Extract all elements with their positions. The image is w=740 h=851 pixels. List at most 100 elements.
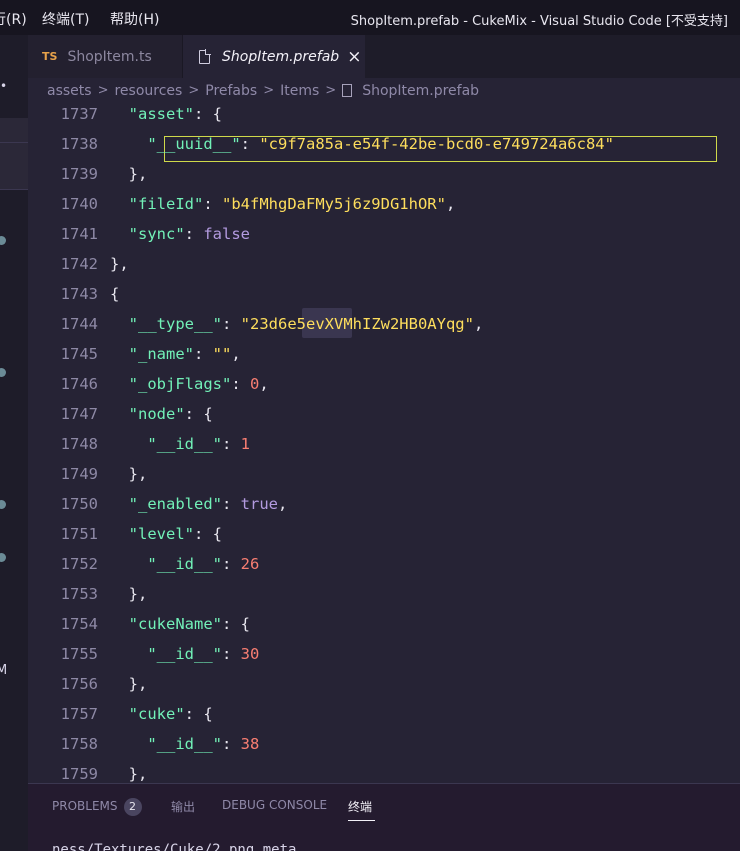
tab-label: ShopItem.ts [67, 48, 152, 65]
code-text: "_objFlags": 0, [110, 369, 269, 399]
code-line[interactable]: 1753 }, [28, 579, 740, 609]
code-token: , [445, 195, 456, 213]
line-number: 1757 [60, 705, 98, 723]
breadcrumb-item[interactable]: Items [280, 83, 319, 99]
code-line[interactable]: 1756 }, [28, 669, 740, 699]
menu-help[interactable]: 帮助(H) [110, 9, 159, 29]
code-token: "_name" [128, 345, 194, 363]
code-token: : [221, 645, 241, 663]
code-line[interactable]: 1754 "cukeName": { [28, 609, 740, 639]
line-number: 1748 [60, 435, 98, 453]
code-line[interactable]: 1738 "__uuid__": "c9f7a85a-e54f-42be-bcd… [28, 129, 740, 159]
code-token: "23d6e5evXVMhIZw2HB0AYqg" [240, 315, 474, 333]
code-token: "__type__" [128, 315, 222, 333]
menu-run[interactable]: 行(R) [0, 9, 27, 29]
tab-output[interactable]: 输出 [171, 798, 195, 815]
code-token: "asset" [128, 105, 194, 123]
code-line[interactable]: 1758 "__id__": 38 [28, 729, 740, 759]
code-token: true [240, 495, 278, 513]
code-line[interactable]: 1737 "asset": { [28, 103, 740, 129]
tab-shopitem-ts[interactable]: TS ShopItem.ts [28, 35, 183, 78]
code-token: }, [128, 465, 148, 483]
tab-terminal[interactable]: 终端 [348, 798, 372, 815]
line-number: 1749 [60, 465, 98, 483]
breadcrumb-item[interactable]: Prefabs [205, 83, 257, 99]
code-token: , [259, 375, 269, 393]
code-line[interactable]: 1749 }, [28, 459, 740, 489]
code-line[interactable]: 1747 "node": { [28, 399, 740, 429]
line-number: 1737 [60, 105, 98, 123]
line-number: 1743 [60, 285, 98, 303]
code-line[interactable]: 1750 "_enabled": true, [28, 489, 740, 519]
more-actions-icon[interactable]: • [0, 79, 7, 93]
code-text: "_enabled": true, [110, 489, 288, 519]
file-icon [342, 84, 353, 97]
code-line[interactable]: 1757 "cuke": { [28, 699, 740, 729]
modified-letter: M [0, 663, 8, 678]
code-text: "level": { [110, 519, 222, 549]
code-line[interactable]: 1751 "level": { [28, 519, 740, 549]
code-token: 30 [240, 645, 260, 663]
code-text: "fileId": "b4fMhgDaFMy5j6z9DG1hOR", [110, 189, 456, 219]
terminal-output: ness/Textures/Cuke/2.png.meta [52, 842, 297, 851]
code-token: }, [110, 255, 129, 273]
code-line[interactable]: 1740 "fileId": "b4fMhgDaFMy5j6z9DG1hOR", [28, 189, 740, 219]
close-icon[interactable]: × [347, 47, 361, 67]
code-token: }, [128, 585, 148, 603]
line-number: 1746 [60, 375, 98, 393]
tab-shopitem-prefab[interactable]: ShopItem.prefab × [183, 35, 365, 78]
code-token: 26 [240, 555, 260, 573]
breadcrumb-item[interactable]: ShopItem.prefab [362, 83, 479, 99]
tab-problems[interactable]: PROBLEMS 2 [52, 798, 142, 816]
code-token: }, [128, 765, 148, 783]
code-token: : [222, 315, 241, 333]
code-token: : { [184, 705, 213, 723]
code-token: "" [212, 345, 232, 363]
code-line[interactable]: 1744 "__type__": "23d6e5evXVMhIZw2HB0AYq… [28, 309, 740, 339]
code-text: "__id__": 38 [110, 729, 259, 759]
line-number: 1759 [60, 765, 98, 783]
breadcrumb-item[interactable]: resources [114, 83, 182, 99]
tab-debug-console[interactable]: DEBUG CONSOLE [222, 798, 327, 812]
code-text: "cuke": { [110, 699, 213, 729]
code-token: 0 [250, 375, 260, 393]
code-line[interactable]: 1752 "__id__": 26 [28, 549, 740, 579]
modified-dot-icon [0, 500, 6, 509]
line-number: 1745 [60, 345, 98, 363]
code-line[interactable]: 1746 "_objFlags": 0, [28, 369, 740, 399]
code-editor[interactable]: 1737 "asset": {1738 "__uuid__": "c9f7a85… [28, 103, 740, 783]
tab-label: ShopItem.prefab [222, 48, 340, 65]
code-line[interactable]: 1741 "sync": false [28, 219, 740, 249]
code-text: "_name": "", [110, 339, 241, 369]
code-line[interactable]: 1745 "_name": "", [28, 339, 740, 369]
code-text: }, [110, 579, 148, 609]
menu-terminal[interactable]: 终端(T) [42, 9, 89, 29]
code-token: "__id__" [147, 555, 222, 573]
code-line[interactable]: 1748 "__id__": 1 [28, 429, 740, 459]
breadcrumb-item[interactable]: assets [47, 83, 92, 99]
tab-label: PROBLEMS [52, 799, 118, 813]
line-number: 1742 [60, 255, 98, 273]
bottom-panel: PROBLEMS 2 输出 DEBUG CONSOLE 终端 ness/Textu… [28, 783, 740, 851]
window-title: ShopItem.prefab - CukeMix - Visual Studi… [350, 14, 728, 29]
code-line[interactable]: 1755 "__id__": 30 [28, 639, 740, 669]
code-line[interactable]: 1759 }, [28, 759, 740, 783]
code-token: : [222, 495, 241, 513]
code-text: "__uuid__": "c9f7a85a-e54f-42be-bcd0-e74… [110, 129, 614, 159]
code-line[interactable]: 1739 }, [28, 159, 740, 189]
code-line[interactable]: 1743 { [28, 279, 740, 309]
code-token: : [221, 555, 241, 573]
code-line[interactable]: 1742}, [28, 249, 740, 279]
line-number: 1758 [60, 735, 98, 753]
